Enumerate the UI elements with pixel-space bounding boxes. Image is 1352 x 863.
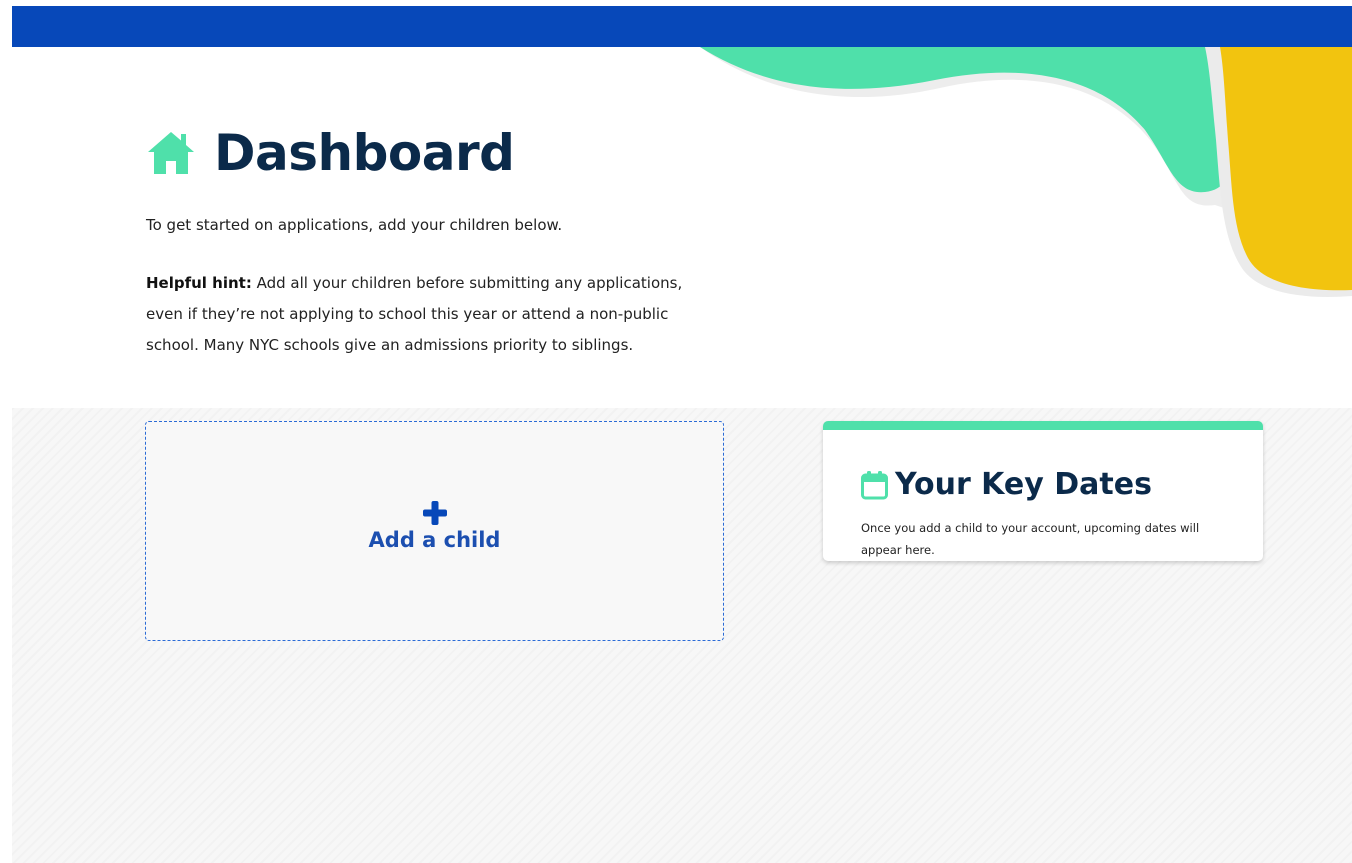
key-dates-heading: Your Key Dates	[861, 470, 1152, 500]
hint-label: Helpful hint:	[146, 274, 252, 292]
home-icon	[148, 132, 194, 174]
page-heading: Dashboard	[146, 120, 515, 186]
top-banner	[12, 6, 1352, 47]
intro-text: To get started on applications, add your…	[146, 216, 563, 234]
add-child-button[interactable]: Add a child	[145, 421, 724, 641]
key-dates-title: Your Key Dates	[895, 467, 1152, 502]
calendar-icon	[861, 471, 888, 500]
add-child-label: Add a child	[368, 528, 501, 552]
key-dates-description: Once you add a child to your account, up…	[861, 521, 1200, 557]
add-child-content: Add a child	[146, 500, 723, 552]
helpful-hint: Helpful hint: Add all your children befo…	[146, 268, 706, 361]
plus-icon	[422, 501, 447, 525]
key-dates-card: Your Key Dates Once you add a child to y…	[823, 421, 1263, 561]
page-title: Dashboard	[214, 124, 515, 182]
dashboard-page: Dashboard To get started on applications…	[0, 0, 1352, 863]
